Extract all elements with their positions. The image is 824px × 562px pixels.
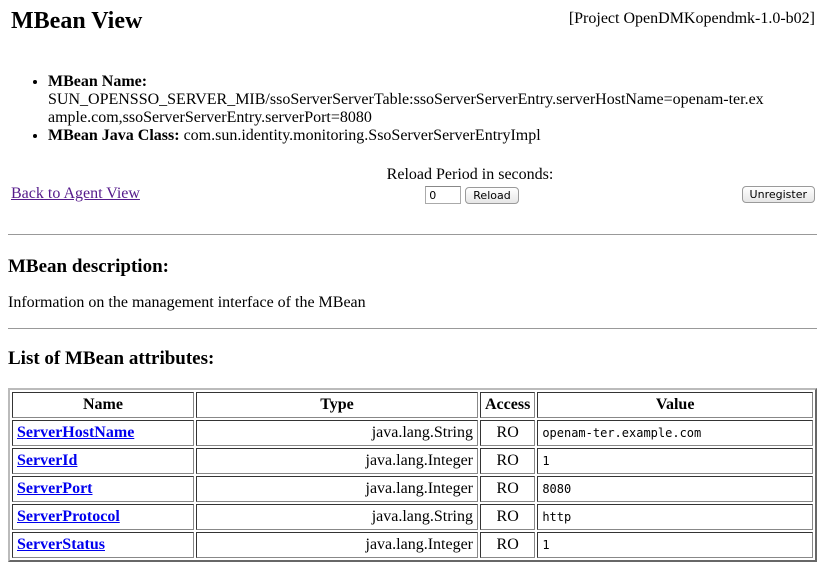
mbean-class-value: com.sun.identity.monitoring.SsoServerSer…: [183, 127, 541, 144]
reload-button[interactable]: Reload: [465, 186, 519, 204]
attribute-link[interactable]: ServerProtocol: [17, 508, 120, 525]
project-label: [Project OpenDMKopendmk-1.0-b02]: [568, 10, 815, 27]
column-header-name: Name: [12, 392, 194, 418]
description-text: Information on the management interface …: [8, 294, 366, 311]
column-header-type: Type: [196, 392, 478, 418]
table-row: ServerId java.lang.Integer RO 1: [12, 448, 813, 474]
page-title: MBean View: [11, 8, 143, 34]
attribute-type: java.lang.String: [196, 420, 478, 446]
mbean-name-item: MBean Name: SUN_OPENSSO_SERVER_MIB/ssoSe…: [48, 73, 768, 127]
reload-period-input[interactable]: [425, 186, 462, 204]
attribute-value: 1: [537, 532, 813, 558]
attribute-link[interactable]: ServerStatus: [17, 536, 105, 553]
attribute-type: java.lang.Integer: [196, 448, 478, 474]
mbean-class-item: MBean Java Class: com.sun.identity.monit…: [48, 127, 768, 145]
unregister-button[interactable]: Unregister: [741, 186, 815, 203]
column-header-value: Value: [537, 392, 813, 418]
attribute-access: RO: [480, 448, 536, 474]
attribute-access: RO: [480, 504, 536, 530]
divider: [8, 234, 817, 235]
table-row: ServerStatus java.lang.Integer RO 1: [12, 532, 813, 558]
column-header-access: Access: [480, 392, 536, 418]
attribute-access: RO: [480, 476, 536, 502]
attribute-link[interactable]: ServerPort: [17, 480, 93, 497]
attribute-type: java.lang.Integer: [196, 532, 478, 558]
attributes-table: Name Type Access Value ServerHostName ja…: [8, 388, 817, 562]
back-to-agent-view-link[interactable]: Back to Agent View: [11, 185, 140, 203]
attribute-value: 8080: [537, 476, 813, 502]
mbean-info-list: MBean Name: SUN_OPENSSO_SERVER_MIB/ssoSe…: [30, 73, 768, 145]
attribute-value: openam-ter.example.com: [537, 420, 813, 446]
table-header-row: Name Type Access Value: [12, 392, 813, 418]
attribute-value: 1: [537, 448, 813, 474]
mbean-class-label: MBean Java Class:: [48, 127, 180, 144]
attribute-link[interactable]: ServerId: [17, 452, 77, 469]
attribute-access: RO: [480, 532, 536, 558]
attribute-access: RO: [480, 420, 536, 446]
description-heading: MBean description:: [8, 256, 169, 277]
reload-period-label: Reload Period in seconds:: [386, 166, 554, 183]
table-row: ServerHostName java.lang.String RO opena…: [12, 420, 813, 446]
attribute-link[interactable]: ServerHostName: [17, 424, 134, 441]
attribute-type: java.lang.String: [196, 504, 478, 530]
mbean-name-value: SUN_OPENSSO_SERVER_MIB/ssoServerServerTa…: [48, 91, 764, 126]
attribute-value: http: [537, 504, 813, 530]
attributes-heading: List of MBean attributes:: [8, 348, 215, 369]
table-row: ServerProtocol java.lang.String RO http: [12, 504, 813, 530]
mbean-name-label: MBean Name:: [48, 73, 148, 90]
attribute-type: java.lang.Integer: [196, 476, 478, 502]
divider: [8, 328, 817, 329]
reload-controls: Reload Period in seconds: Reload: [360, 166, 580, 204]
table-row: ServerPort java.lang.Integer RO 8080: [12, 476, 813, 502]
